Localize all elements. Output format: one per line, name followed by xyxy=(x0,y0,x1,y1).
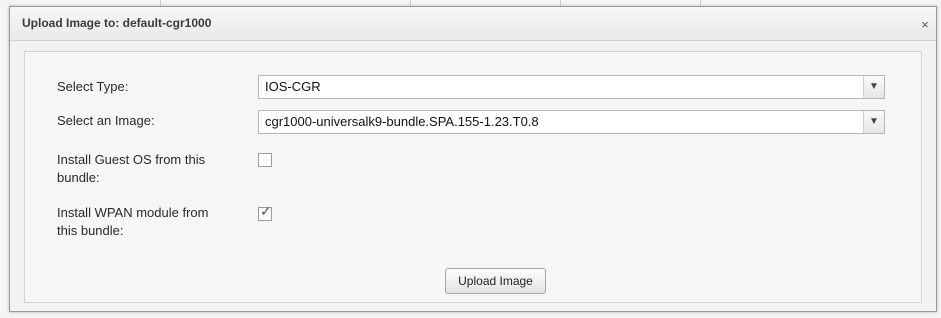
select-type-label: Select Type: xyxy=(57,79,129,94)
dialog-content: Select Type: IOS-CGR ▼ Select an Image: … xyxy=(24,51,922,303)
chevron-down-icon[interactable]: ▼ xyxy=(863,76,884,98)
upload-image-dialog: Upload Image to: default-cgr1000 × Selec… xyxy=(9,6,937,312)
select-type-dropdown[interactable]: IOS-CGR ▼ xyxy=(258,75,885,99)
install-wpan-checkbox[interactable]: ✓ xyxy=(258,204,272,221)
guest-os-label-line1: Install Guest OS from this xyxy=(57,152,206,167)
upload-image-button[interactable]: Upload Image xyxy=(445,268,546,294)
dialog-titlebar: Upload Image to: default-cgr1000 × xyxy=(10,7,936,41)
select-image-label: Select an Image: xyxy=(57,113,155,128)
select-image-value: cgr1000-universalk9-bundle.SPA.155-1.23.… xyxy=(265,114,539,129)
wpan-label-line1: Install WPAN module from xyxy=(57,205,209,220)
close-icon[interactable]: × xyxy=(918,18,932,32)
select-type-value: IOS-CGR xyxy=(265,79,321,94)
chevron-down-icon[interactable]: ▼ xyxy=(863,111,884,133)
checkmark-icon: ✓ xyxy=(260,204,272,220)
dialog-title: Upload Image to: default-cgr1000 xyxy=(22,16,212,30)
select-image-dropdown[interactable]: cgr1000-universalk9-bundle.SPA.155-1.23.… xyxy=(258,110,885,134)
install-guest-os-checkbox[interactable] xyxy=(258,153,272,167)
guest-os-label-line2: bundle: xyxy=(57,170,100,185)
wpan-label-line2: this bundle: xyxy=(57,223,124,238)
